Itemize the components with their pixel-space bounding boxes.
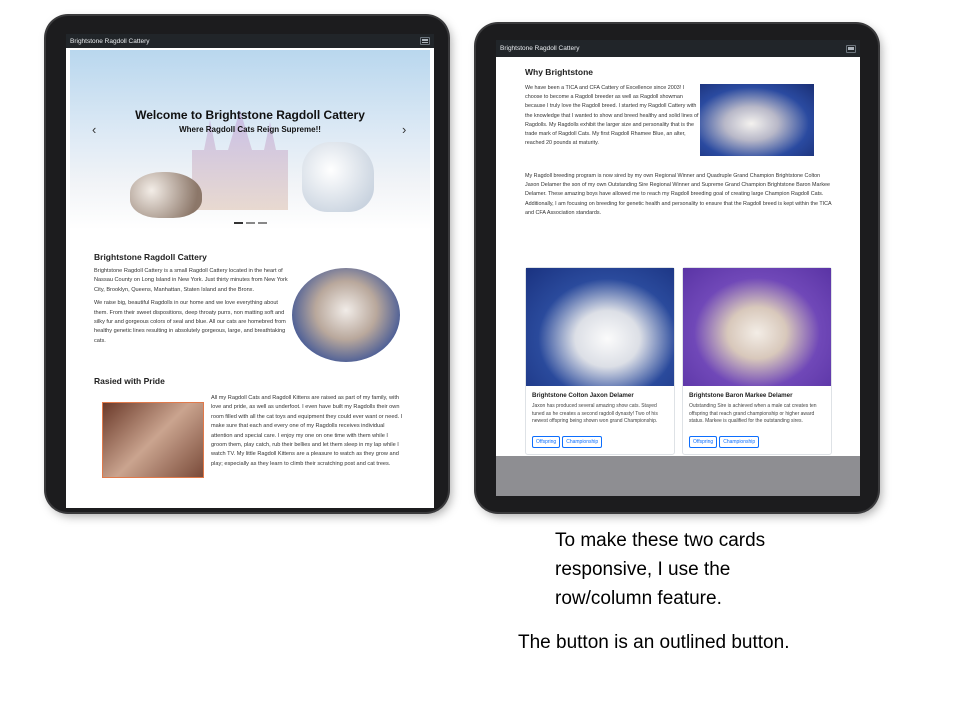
caption-line-button: The button is an outlined button. bbox=[518, 632, 790, 653]
why-paragraph-2: My Ragdoll breeding program is now sired… bbox=[525, 173, 832, 216]
cat-card: Brightstone Colton Jaxon Delamer Jaxon h… bbox=[525, 267, 675, 455]
offspring-button[interactable]: Offspring bbox=[532, 435, 561, 448]
about-section: Brightstone Ragdoll Cattery Brightstone … bbox=[94, 252, 288, 346]
card-body: Brightstone Colton Jaxon Delamer Jaxon h… bbox=[532, 392, 670, 448]
card-title: Brightstone Baron Markee Delamer bbox=[689, 392, 793, 399]
card-title: Brightstone Colton Jaxon Delamer bbox=[532, 392, 634, 399]
about-cat-photo bbox=[292, 268, 400, 362]
hamburger-menu-icon[interactable] bbox=[420, 37, 430, 45]
card-body: Brightstone Baron Markee Delamer Outstan… bbox=[689, 392, 827, 448]
carousel-prev-icon[interactable]: ‹ bbox=[92, 122, 96, 137]
navbar: Brightstone Ragdoll Cattery bbox=[496, 40, 860, 57]
offspring-button[interactable]: Offspring bbox=[689, 435, 718, 448]
card-text: Outstanding Sire is achieved when a male… bbox=[689, 403, 817, 425]
caption-line: responsive, I use the bbox=[555, 559, 731, 580]
about-paragraph-2: We raise big, beautiful Ragdolls in our … bbox=[94, 300, 286, 344]
why-text-wrap-2: My Ragdoll breeding program is now sired… bbox=[525, 172, 835, 218]
card-buttons: Offspring Championship bbox=[689, 430, 827, 448]
why-heading: Why Brightstone bbox=[525, 67, 593, 77]
about-heading: Brightstone Ragdoll Cattery bbox=[94, 252, 207, 262]
screen-bottom-bar bbox=[496, 456, 860, 496]
about-paragraph-1: Brightstone Ragdoll Cattery is a small R… bbox=[94, 268, 288, 293]
cat-card: Brightstone Baron Markee Delamer Outstan… bbox=[682, 267, 832, 455]
championship-button[interactable]: Championship bbox=[562, 435, 603, 448]
cat-image-left bbox=[130, 172, 202, 218]
card-text: Jaxon has produced several amazing show … bbox=[532, 403, 658, 425]
championship-button[interactable]: Championship bbox=[719, 435, 760, 448]
caption-line: To make these two cards bbox=[555, 530, 766, 551]
pride-paragraph: All my Ragdoll Cats and Ragdoll Kittens … bbox=[211, 395, 403, 467]
pride-heading: Rasied with Pride bbox=[94, 376, 165, 386]
hamburger-menu-icon[interactable] bbox=[846, 44, 856, 53]
carousel-indicator[interactable] bbox=[246, 222, 255, 224]
why-heading-wrap: Why Brightstone bbox=[525, 67, 593, 77]
why-paragraph-1: We have been a TICA and CFA Cattery of E… bbox=[525, 85, 699, 147]
card-cat-photo bbox=[526, 268, 674, 386]
caption-block: To make these two cards responsive, I us… bbox=[555, 526, 765, 613]
navbar-brand[interactable]: Brightstone Ragdoll Cattery bbox=[70, 38, 150, 45]
card-cat-photo bbox=[683, 268, 831, 386]
hero-title: Welcome to Brightstone Ragdoll Cattery bbox=[135, 108, 365, 122]
caption-line: row/column feature. bbox=[555, 588, 722, 609]
navbar-brand[interactable]: Brightstone Ragdoll Cattery bbox=[500, 45, 580, 52]
carousel-indicator[interactable] bbox=[234, 222, 243, 224]
pride-text-wrap: All my Ragdoll Cats and Ragdoll Kittens … bbox=[211, 394, 403, 469]
hero-subtitle: Where Ragdoll Cats Reign Supreme!! bbox=[179, 125, 321, 134]
hero-carousel: Welcome to Brightstone Ragdoll Cattery W… bbox=[70, 50, 430, 230]
pride-cat-photo bbox=[102, 402, 204, 478]
pride-heading-wrap: Rasied with Pride bbox=[94, 376, 165, 386]
carousel-next-icon[interactable]: › bbox=[402, 122, 406, 137]
right-tablet-screen: Brightstone Ragdoll Cattery Why Brightst… bbox=[496, 40, 860, 496]
card-buttons: Offspring Championship bbox=[532, 430, 670, 448]
carousel-indicators bbox=[234, 222, 267, 224]
left-tablet-frame: Brightstone Ragdoll Cattery Welcome to B… bbox=[46, 16, 448, 512]
carousel-indicator[interactable] bbox=[258, 222, 267, 224]
cat-image-right bbox=[302, 142, 374, 212]
why-cat-photo bbox=[700, 84, 814, 156]
right-tablet-frame: Brightstone Ragdoll Cattery Why Brightst… bbox=[476, 24, 878, 512]
navbar: Brightstone Ragdoll Cattery bbox=[66, 34, 434, 48]
why-text-wrap: We have been a TICA and CFA Cattery of E… bbox=[525, 84, 701, 148]
left-tablet-screen: Brightstone Ragdoll Cattery Welcome to B… bbox=[66, 34, 434, 508]
